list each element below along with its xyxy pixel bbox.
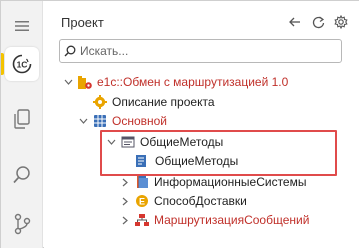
project-icon xyxy=(77,74,93,90)
source-control-icon[interactable] xyxy=(5,207,39,241)
configuration-icon xyxy=(92,113,108,129)
tree-item-label: Описание проекта xyxy=(112,95,215,109)
tree-item-main[interactable]: Основной xyxy=(77,111,167,131)
search-icon[interactable] xyxy=(5,158,39,192)
tree-item-label: Основной xyxy=(112,114,168,128)
tree-item-label: e1c::Обмен с маршрутизацией 1.0 xyxy=(97,75,289,89)
highlight-box xyxy=(100,130,337,176)
gear-icon xyxy=(92,94,108,110)
chevron-right-icon[interactable] xyxy=(119,195,131,207)
chevron-right-icon[interactable] xyxy=(119,214,131,226)
active-indicator xyxy=(1,53,4,75)
svg-text:E: E xyxy=(139,196,145,206)
tree-item-root[interactable]: e1c::Обмен с маршрутизацией 1.0 xyxy=(62,72,288,92)
tree-item-delivery-method[interactable]: E СпособДоставки xyxy=(119,191,247,211)
project-tree: e1c::Обмен с маршрутизацией 1.0 Описание… xyxy=(44,1,359,248)
1c-logo-icon[interactable]: 1C xyxy=(5,47,39,81)
activity-bar: 1C xyxy=(1,1,43,248)
project-panel: Проект Искать... e1c::Обмен с маршрутиза… xyxy=(44,1,359,248)
chevron-down-icon[interactable] xyxy=(77,115,89,127)
tree-item-project-description[interactable]: Описание проекта xyxy=(77,92,215,112)
tree-item-label: СпособДоставки xyxy=(154,194,247,208)
menu-icon[interactable] xyxy=(5,9,39,43)
tree-item-label: ИнформационныеСистемы xyxy=(154,175,307,189)
svg-text:1C: 1C xyxy=(17,60,28,70)
catalog-icon xyxy=(134,174,150,190)
window: 1C Проект Искать... e1c::Обмен с маршрут… xyxy=(0,0,359,248)
tree-item-label: МаршрутизацияСообщений xyxy=(154,213,310,227)
chevron-down-icon[interactable] xyxy=(62,76,74,88)
routing-icon xyxy=(134,212,150,228)
tree-item-message-routing[interactable]: МаршрутизацияСообщений xyxy=(119,210,309,230)
chevron-right-icon[interactable] xyxy=(119,176,131,188)
files-icon[interactable] xyxy=(5,102,39,136)
enum-icon: E xyxy=(134,193,150,209)
